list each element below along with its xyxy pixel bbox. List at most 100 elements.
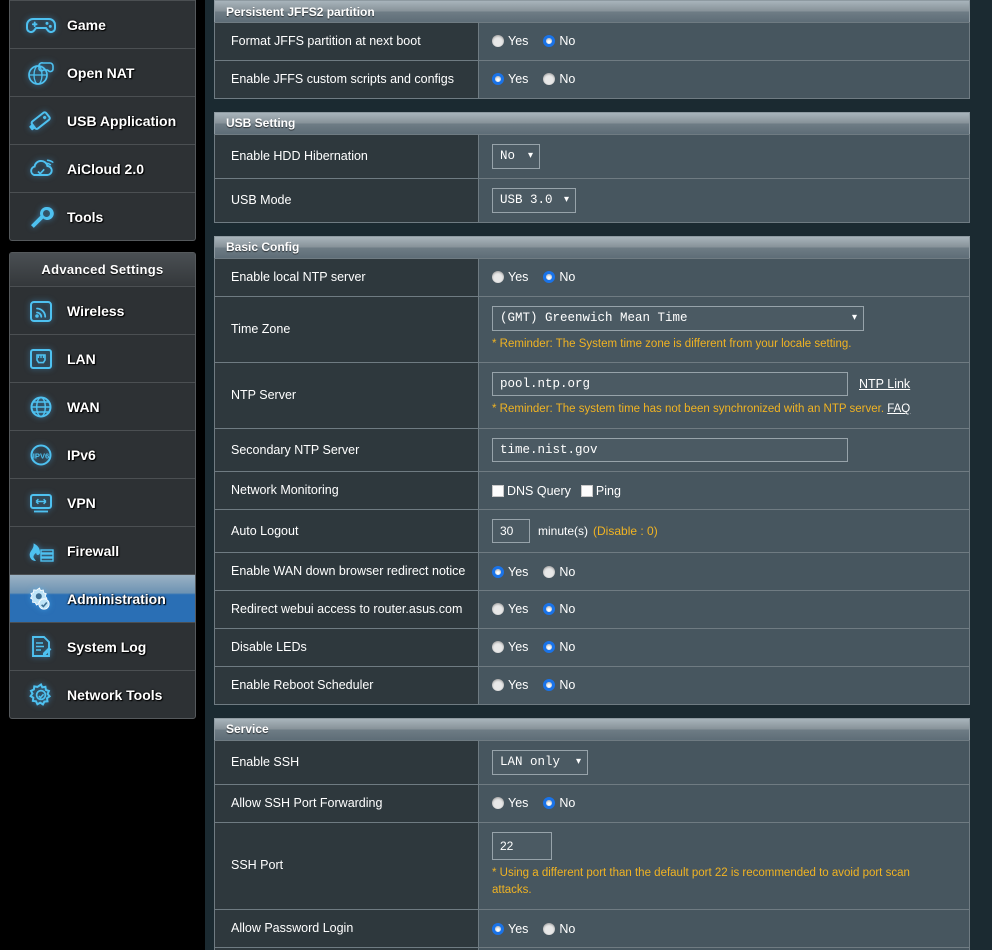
ssh-port-input[interactable]: 22 bbox=[492, 831, 552, 860]
row-value: Yes No bbox=[478, 258, 970, 297]
radio-label: No bbox=[559, 34, 576, 49]
sidebar-item-lan[interactable]: LAN bbox=[10, 334, 195, 382]
radio-label: No bbox=[559, 72, 576, 87]
time-zone-hint: * Reminder: The System time zone is diff… bbox=[492, 337, 852, 350]
row-enable-ssh: Enable SSH LAN only ▾ bbox=[214, 740, 970, 785]
sidebar-item-wireless[interactable]: Wireless bbox=[10, 286, 195, 334]
row-value: Yes No bbox=[478, 666, 970, 705]
radio-dot bbox=[543, 73, 556, 86]
sidebar-item-label: Game bbox=[67, 16, 106, 33]
radio-wan-down-yes[interactable]: Yes bbox=[492, 565, 528, 579]
select-value: USB 3.0 bbox=[500, 193, 553, 208]
panel-title: Persistent JFFS2 partition bbox=[214, 0, 970, 22]
radio-reboot-scheduler-yes[interactable]: Yes bbox=[492, 678, 528, 692]
ntp-server-input[interactable]: pool.ntp.org bbox=[492, 372, 848, 397]
radio-wan-down-no[interactable]: No bbox=[543, 565, 575, 579]
row-wan-down-redirect: Enable WAN down browser redirect notice … bbox=[214, 552, 970, 591]
row-label: Auto Logout bbox=[214, 509, 479, 553]
wrench-icon bbox=[24, 201, 58, 233]
sidebar-item-system-log[interactable]: System Log bbox=[10, 622, 195, 670]
secondary-ntp-input[interactable]: time.nist.gov bbox=[492, 438, 848, 463]
sidebar-item-administration[interactable]: Administration bbox=[10, 574, 195, 622]
row-label: Allow Password Login bbox=[214, 909, 479, 948]
sidebar-item-usb-application[interactable]: USB Application bbox=[10, 96, 195, 144]
radio-dot-selected bbox=[543, 797, 556, 810]
checkbox-ping[interactable]: Ping bbox=[580, 484, 621, 498]
radio-disable-leds-yes[interactable]: Yes bbox=[492, 640, 528, 654]
radio-ssh-port-forwarding-yes[interactable]: Yes bbox=[492, 796, 528, 810]
radio-jffs-scripts-yes[interactable]: Yes bbox=[492, 72, 528, 86]
select-value: LAN only bbox=[500, 755, 561, 770]
radio-dot-selected bbox=[543, 641, 556, 654]
usb-icon bbox=[24, 105, 58, 137]
row-local-ntp: Enable local NTP server Yes No bbox=[214, 258, 970, 297]
panel-title: USB Setting bbox=[214, 111, 970, 134]
sidebar-item-tools[interactable]: Tools bbox=[10, 192, 195, 240]
sidebar-item-network-tools[interactable]: Network Tools bbox=[10, 670, 195, 718]
auto-logout-line: 30 minute(s) (Disable : 0) bbox=[492, 519, 969, 544]
sidebar-item-open-nat[interactable]: Open NAT bbox=[10, 48, 195, 96]
sidebar-item-game[interactable]: Game bbox=[10, 0, 195, 48]
chevron-down-icon: ▾ bbox=[563, 195, 569, 207]
radio-format-jffs-no[interactable]: No bbox=[543, 34, 575, 48]
radio-password-login-no[interactable]: No bbox=[543, 922, 575, 936]
radio-label: Yes bbox=[508, 270, 529, 285]
panel-service: Service Enable SSH LAN only ▾ Allow SSH … bbox=[214, 717, 970, 950]
radio-disable-leds-no[interactable]: No bbox=[543, 640, 575, 654]
radio-group-redirect-webui: Yes No bbox=[492, 602, 969, 616]
radio-dot-selected bbox=[543, 679, 556, 692]
sidebar-item-aicloud[interactable]: AiCloud 2.0 bbox=[10, 144, 195, 192]
row-ntp-server: NTP Server pool.ntp.org NTP Link * Remin… bbox=[214, 362, 970, 429]
hdd-hibernation-select[interactable]: No ▾ bbox=[492, 143, 540, 169]
radio-dot-selected bbox=[492, 565, 504, 578]
sidebar-item-label: AiCloud 2.0 bbox=[67, 160, 145, 177]
sidebar-item-ipv6[interactable]: IPV6 IPv6 bbox=[10, 430, 195, 478]
radio-local-ntp-yes[interactable]: Yes bbox=[492, 270, 528, 284]
sidebar-item-wan[interactable]: WAN bbox=[10, 382, 195, 430]
radio-local-ntp-no[interactable]: No bbox=[543, 270, 575, 284]
row-label: Network Monitoring bbox=[214, 471, 479, 510]
radio-dot-selected bbox=[543, 603, 556, 616]
sidebar-item-firewall[interactable]: Firewall bbox=[10, 526, 195, 574]
checkbox-label: DNS Query bbox=[507, 483, 571, 498]
row-label: Enable HDD Hibernation bbox=[214, 134, 479, 179]
radio-redirect-webui-yes[interactable]: Yes bbox=[492, 602, 528, 616]
radio-label: Yes bbox=[508, 921, 529, 936]
sidebar-item-vpn[interactable]: VPN bbox=[10, 478, 195, 526]
radio-format-jffs-yes[interactable]: Yes bbox=[492, 34, 528, 48]
enable-ssh-select[interactable]: LAN only ▾ bbox=[492, 749, 588, 775]
panel-title: Basic Config bbox=[214, 235, 970, 258]
time-zone-select[interactable]: (GMT) Greenwich Mean Time ▾ bbox=[492, 305, 864, 331]
radio-label: No bbox=[559, 602, 576, 617]
faq-link[interactable]: FAQ bbox=[887, 403, 910, 415]
radio-dot bbox=[492, 679, 504, 692]
radio-dot bbox=[492, 641, 504, 654]
sidebar: Game Open NAT USB Application AiCloud 2.… bbox=[0, 0, 205, 950]
radio-ssh-port-forwarding-no[interactable]: No bbox=[543, 796, 575, 810]
row-redirect-webui: Redirect webui access to router.asus.com… bbox=[214, 590, 970, 629]
radio-label: No bbox=[559, 921, 576, 936]
row-value: Yes No bbox=[478, 628, 970, 667]
chevron-down-icon: ▾ bbox=[575, 757, 581, 769]
auto-logout-unit: minute(s) bbox=[538, 524, 589, 539]
checkbox-dns-query[interactable]: DNS Query bbox=[492, 484, 571, 498]
checkbox-box bbox=[580, 484, 593, 497]
radio-jffs-scripts-no[interactable]: No bbox=[543, 72, 575, 86]
radio-redirect-webui-no[interactable]: No bbox=[543, 602, 575, 616]
radio-label: Yes bbox=[508, 34, 529, 49]
checkbox-box bbox=[492, 484, 504, 497]
row-disable-leds: Disable LEDs Yes No bbox=[214, 628, 970, 667]
row-label: NTP Server bbox=[214, 362, 479, 429]
radio-dot-selected bbox=[492, 73, 504, 86]
row-value: time.nist.gov bbox=[478, 428, 970, 472]
radio-reboot-scheduler-no[interactable]: No bbox=[543, 678, 575, 692]
svg-text:IPV6: IPV6 bbox=[33, 451, 49, 460]
row-reboot-scheduler: Enable Reboot Scheduler Yes No bbox=[214, 666, 970, 705]
ntp-link[interactable]: NTP Link bbox=[859, 377, 910, 391]
row-usb-mode: USB Mode USB 3.0 ▾ bbox=[214, 178, 970, 223]
row-value: 30 minute(s) (Disable : 0) bbox=[478, 509, 970, 553]
auto-logout-input[interactable]: 30 bbox=[492, 519, 530, 544]
radio-password-login-yes[interactable]: Yes bbox=[492, 922, 528, 936]
settings-content: Persistent JFFS2 partition Format JFFS p… bbox=[214, 0, 970, 950]
usb-mode-select[interactable]: USB 3.0 ▾ bbox=[492, 187, 576, 213]
